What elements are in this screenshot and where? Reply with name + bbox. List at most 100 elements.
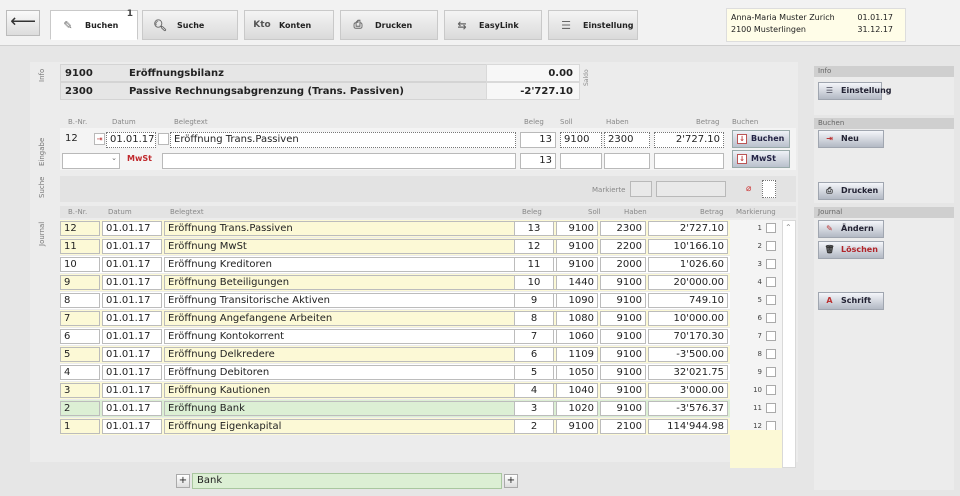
col-header: Soll xyxy=(560,118,573,126)
arrows-icon: ⇆ xyxy=(457,18,467,32)
rp-section-buchen: Buchen xyxy=(814,118,954,129)
mark-checkbox[interactable] xyxy=(766,403,776,413)
goto-icon[interactable]: ⇥ xyxy=(94,133,105,145)
tab-label: Drucken xyxy=(375,20,413,30)
mark-cell: 2 xyxy=(730,238,782,255)
tab-label: Einstellung xyxy=(583,20,634,30)
loeschen-button[interactable]: 🗑︎ Löschen xyxy=(818,241,884,259)
mark-all-checkbox[interactable] xyxy=(762,180,776,198)
clear-marks-icon[interactable]: ⌀ xyxy=(746,184,751,194)
entry-beleg-field[interactable]: 13 xyxy=(520,132,556,148)
drucken-button[interactable]: ⎙ Drucken xyxy=(818,182,884,200)
printer-icon: ⎙ xyxy=(826,186,833,195)
markierte-count xyxy=(630,181,652,197)
calendar-icon[interactable] xyxy=(158,133,169,145)
col-header: B.-Nr. xyxy=(68,118,88,126)
mark-cell: 1 xyxy=(730,220,782,237)
journal-scrollbar[interactable]: ⌃ xyxy=(782,220,796,468)
new-entry-icon: ⇥ xyxy=(826,134,833,143)
table-row[interactable]: 6 01.01.17 Eröffnung Kontokorrent 7 1060 9100… xyxy=(60,328,730,345)
mark-checkbox[interactable] xyxy=(766,277,776,287)
buchen-button[interactable]: ↓ Buchen xyxy=(732,130,790,148)
tab-konten[interactable]: Kto Konten xyxy=(244,10,334,40)
entry-beleg-field-2[interactable]: 13 xyxy=(520,153,556,169)
tab-einstellung[interactable]: ☰ Einstellung xyxy=(548,10,638,40)
table-row[interactable]: 2 01.01.17 Eröffnung Bank 3 1020 9100 -3'576.3… xyxy=(60,400,730,417)
section-label-journal: Journal xyxy=(38,221,46,246)
cell-betrag: -3'576.37 xyxy=(648,401,728,416)
table-row[interactable]: 11 01.01.17 Eröffnung MwSt 12 9100 2200 10'166… xyxy=(60,238,730,255)
table-row[interactable]: 1 01.01.17 Eröffnung Eigenkapital 2 9100 2100… xyxy=(60,418,730,435)
markierte-field[interactable] xyxy=(656,181,726,197)
mark-checkbox[interactable] xyxy=(766,385,776,395)
mark-checkbox[interactable] xyxy=(766,331,776,341)
back-button[interactable]: ⟵ xyxy=(6,10,40,36)
entry-betrag-field[interactable]: 2'727.10 xyxy=(654,132,724,148)
tab-suche[interactable]: 🔍︎ Suche xyxy=(142,10,238,40)
cell-datum: 01.01.17 xyxy=(102,347,162,362)
mark-checkbox[interactable] xyxy=(766,295,776,305)
cell-text: Eröffnung Debitoren xyxy=(164,365,572,380)
table-row[interactable]: 10 01.01.17 Eröffnung Kreditoren 11 9100 2000… xyxy=(60,256,730,273)
rp-section-journal: Journal xyxy=(814,207,954,218)
cell-bnr: 3 xyxy=(60,383,100,398)
cell-betrag: 3'000.00 xyxy=(648,383,728,398)
aendern-button[interactable]: ✎ Ändern xyxy=(818,220,884,238)
mark-checkbox[interactable] xyxy=(766,367,776,377)
table-row[interactable]: 7 01.01.17 Eröffnung Angefangene Arbeiten 8… xyxy=(60,310,730,327)
mark-number: 1 xyxy=(757,224,762,232)
cell-text: Eröffnung Delkredere xyxy=(164,347,572,362)
col-header: Haben xyxy=(606,118,629,126)
entry-soll-field-2[interactable] xyxy=(560,153,602,169)
tab-label: EasyLink xyxy=(479,20,519,30)
entry-haben-field-2[interactable] xyxy=(604,153,650,169)
cell-bnr: 2 xyxy=(60,401,100,416)
table-row[interactable]: 9 01.01.17 Eröffnung Beteiligungen 10 1440 91… xyxy=(60,274,730,291)
entry-bnr-field[interactable]: 12 xyxy=(62,132,92,148)
cell-datum: 01.01.17 xyxy=(102,329,162,344)
cell-soll: 1109 xyxy=(556,347,598,362)
entry-bnr-select[interactable]: ⌄ xyxy=(62,153,120,169)
cell-beleg: 13 xyxy=(514,221,554,236)
mwst-button[interactable]: ↓ MwSt xyxy=(732,150,790,168)
tab-buchen[interactable]: ✎ Buchen 1 xyxy=(50,9,138,40)
mark-checkbox[interactable] xyxy=(766,241,776,251)
entry-betrag-field-2[interactable] xyxy=(654,153,724,169)
mark-cell: 7 xyxy=(730,328,782,345)
entry-soll-field[interactable]: 9100 xyxy=(560,132,602,148)
cell-datum: 01.01.17 xyxy=(102,311,162,326)
col-header: Betrag xyxy=(700,208,724,216)
mark-checkbox[interactable] xyxy=(766,259,776,269)
einstellung-button[interactable]: ☰ Einstellung xyxy=(818,82,892,100)
mark-number: 6 xyxy=(757,314,762,322)
neu-button[interactable]: ⇥ Neu xyxy=(818,130,884,148)
table-row[interactable]: 3 01.01.17 Eröffnung Kautionen 4 1040 9100 3'0… xyxy=(60,382,730,399)
mark-checkbox[interactable] xyxy=(766,349,776,359)
schrift-button[interactable]: A Schrift xyxy=(818,292,884,310)
cell-datum: 01.01.17 xyxy=(102,221,162,236)
toolbar: ⟵ ✎ Buchen 1 🔍︎ Suche Kto Konten ⎙ Druck… xyxy=(0,0,960,46)
button-label: Drucken xyxy=(841,186,879,195)
table-row[interactable]: 12 01.01.17 Eröffnung Trans.Passiven 13 9100… xyxy=(60,220,730,237)
table-row[interactable]: 4 01.01.17 Eröffnung Debitoren 5 1050 9100 32'… xyxy=(60,364,730,381)
tab-drucken[interactable]: ⎙ Drucken xyxy=(340,10,438,40)
entry-text-field-2[interactable] xyxy=(162,153,516,169)
mark-checkbox[interactable] xyxy=(766,223,776,233)
cell-betrag: 749.10 xyxy=(648,293,728,308)
mark-cell: 4 xyxy=(730,274,782,291)
tab-easylink[interactable]: ⇆ EasyLink xyxy=(444,10,542,40)
table-row[interactable]: 8 01.01.17 Eröffnung Transitorische Aktive… xyxy=(60,292,730,309)
entry-date-field[interactable]: 01.01.17 xyxy=(106,132,156,148)
cell-bnr: 6 xyxy=(60,329,100,344)
next-account-button[interactable]: + xyxy=(504,474,518,488)
entry-belegtext-field[interactable]: Eröffnung Trans.Passiven xyxy=(170,132,516,148)
cell-beleg: 12 xyxy=(514,239,554,254)
prev-account-button[interactable]: + xyxy=(176,474,190,488)
cell-betrag: 1'026.60 xyxy=(648,257,728,272)
section-label-info: Info xyxy=(38,68,46,82)
table-row[interactable]: 5 01.01.17 Eröffnung Delkredere 6 1109 9100 -3… xyxy=(60,346,730,363)
mark-checkbox[interactable] xyxy=(766,313,776,323)
mark-cell: 6 xyxy=(730,310,782,327)
account-field[interactable]: Bank xyxy=(192,473,502,489)
entry-haben-field[interactable]: 2300 xyxy=(604,132,650,148)
